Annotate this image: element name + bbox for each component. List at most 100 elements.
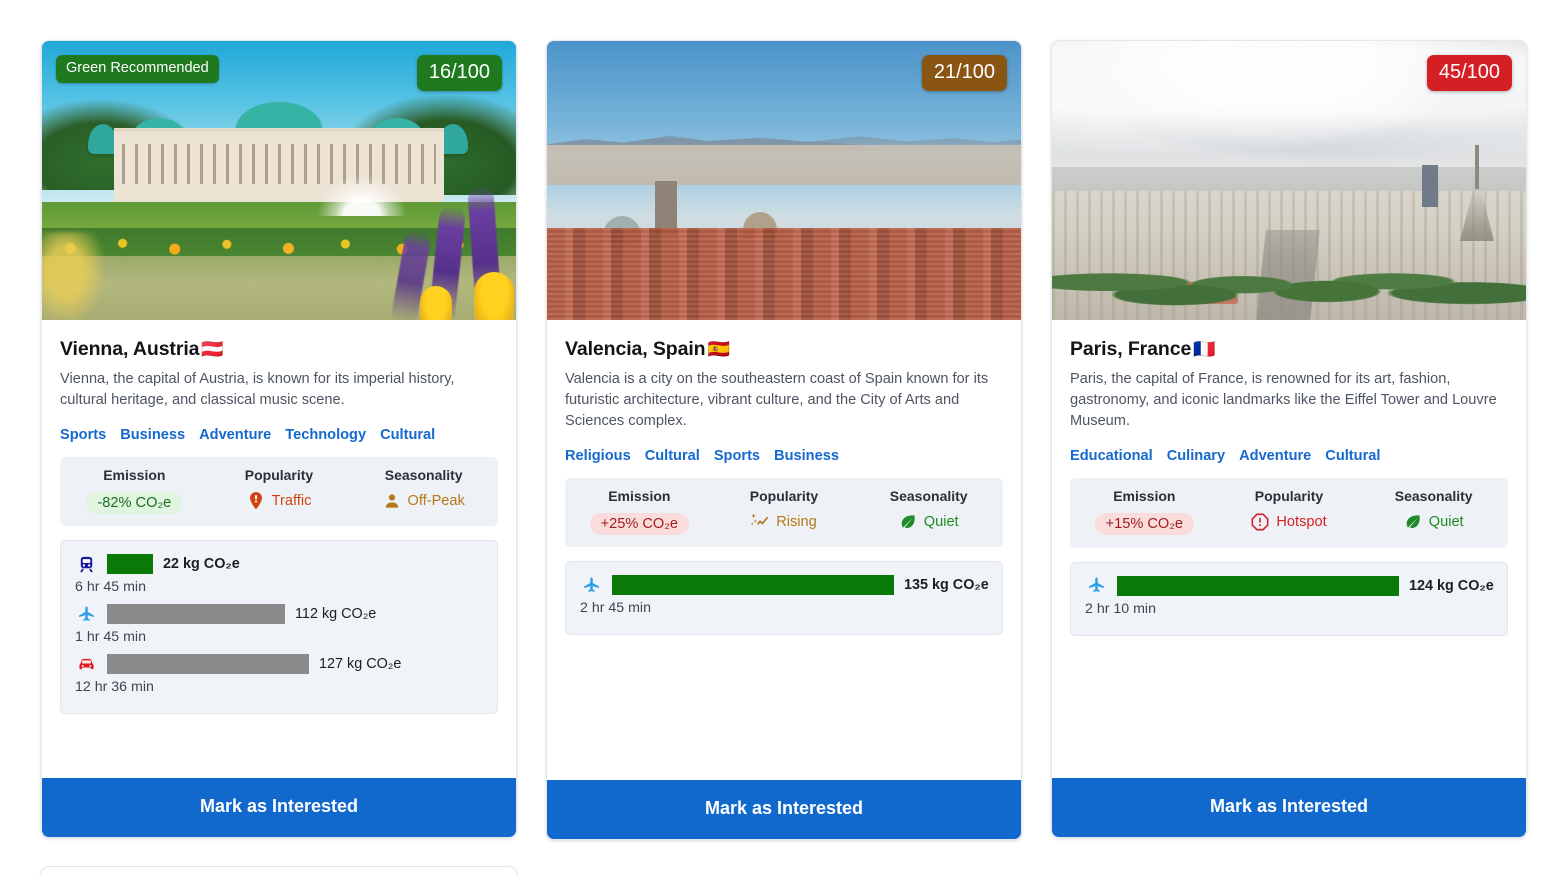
transport-row-car[interactable]: 127 kg CO₂e 12 hr 36 min (75, 653, 483, 695)
tag-list-paris: Educational Culinary Adventure Cultural (1070, 448, 1508, 464)
stat-label-seasonality: Seasonality (1394, 487, 1473, 504)
emission-pill: +15% CO₂e (1094, 512, 1195, 535)
train-icon (75, 553, 97, 575)
emission-value-car: 127 kg CO₂e (319, 656, 402, 673)
stats-strip-paris: Emission +15% CO₂e Popularity Hotspot Se… (1070, 477, 1508, 548)
leaf-icon (899, 513, 917, 531)
emission-value-plane: 135 kg CO₂e (904, 577, 989, 594)
stat-label-emission: Emission (1113, 487, 1176, 504)
card-hero-image-paris: 45/100 (1052, 41, 1526, 320)
stat-label-popularity: Popularity (1254, 487, 1324, 504)
emission-bar-car (107, 654, 309, 675)
plane-icon (75, 603, 97, 625)
card-body-vienna: Vienna, Austria 🇦🇹 Vienna, the capital of… (42, 320, 516, 778)
emission-bar-plane (612, 575, 894, 596)
tag-list-vienna: Sports Business Adventure Technology Cul… (60, 427, 498, 443)
tag-educational[interactable]: Educational (1070, 448, 1153, 464)
car-icon (75, 653, 97, 675)
emission-value-train: 22 kg CO₂e (163, 556, 240, 573)
page-title-vienna: Vienna, Austria 🇦🇹 (60, 338, 498, 361)
trending-sparkle-icon (751, 513, 769, 531)
city-description: Vienna, the capital of Austria, is known… (60, 371, 455, 409)
emission-value-plane: 124 kg CO₂e (1409, 577, 1494, 594)
transport-row-plane[interactable]: 135 kg CO₂e 2 hr 45 min (580, 574, 989, 617)
destination-card-paris[interactable]: 45/100 Paris, France 🇫🇷 Paris, the capita… (1051, 40, 1527, 838)
mark-as-interested-button[interactable]: Mark as Interested (42, 778, 516, 837)
card-body-paris: Paris, France 🇫🇷 Paris, the capital of Fr… (1052, 320, 1526, 778)
tag-cultural[interactable]: Cultural (1325, 448, 1380, 464)
tag-cultural[interactable]: Cultural (645, 448, 700, 464)
stat-seasonality: Seasonality Quiet (856, 488, 1001, 536)
tag-sports[interactable]: Sports (714, 448, 760, 464)
city-description: Paris, the capital of France, is renowne… (1070, 371, 1497, 429)
city-name: Vienna, Austria (60, 338, 200, 360)
cards-grid: Green Recommended 16/100 Vienna, Austria… (41, 40, 1561, 840)
next-row-card-edge (41, 866, 517, 876)
mark-as-interested-button[interactable]: Mark as Interested (1052, 778, 1526, 837)
page-title-valencia: Valencia, Spain 🇪🇸 (565, 338, 1003, 361)
popularity-value: Traffic (271, 492, 312, 509)
tag-cultural[interactable]: Cultural (380, 427, 435, 443)
tag-list-valencia: Religious Cultural Sports Business (565, 448, 1003, 464)
transport-row-plane[interactable]: 124 kg CO₂e 2 hr 10 min (1085, 575, 1494, 617)
popularity-value: Hotspot (1276, 513, 1327, 530)
destination-cards-board: Green Recommended 16/100 Vienna, Austria… (0, 0, 1561, 876)
stat-emission: Emission +15% CO₂e (1072, 488, 1217, 536)
emission-pill: +25% CO₂e (589, 512, 690, 535)
duration-train: 6 hr 45 min (75, 579, 146, 596)
card-hero-image-valencia: 21/100 (547, 41, 1021, 320)
stat-label-emission: Emission (103, 466, 166, 483)
card-hero-image-vienna: Green Recommended 16/100 (42, 41, 516, 320)
emission-bar-train (107, 554, 153, 575)
traffic-alert-icon (247, 492, 265, 510)
duration-plane: 1 hr 45 min (75, 629, 146, 646)
tag-culinary[interactable]: Culinary (1167, 448, 1225, 464)
seasonality-value: Quiet (1428, 513, 1464, 530)
tag-adventure[interactable]: Adventure (199, 427, 271, 443)
tag-religious[interactable]: Religious (565, 448, 631, 464)
stat-label-popularity: Popularity (244, 466, 314, 483)
popularity-value: Rising (776, 513, 817, 530)
transport-row-plane[interactable]: 112 kg CO₂e 1 hr 45 min (75, 603, 483, 645)
page-title-paris: Paris, France 🇫🇷 (1070, 338, 1508, 361)
stat-emission: Emission +25% CO₂e (567, 488, 712, 536)
duration-car: 12 hr 36 min (75, 679, 154, 696)
emission-pill: -82% CO₂e (86, 491, 183, 514)
eco-score-badge: 45/100 (1426, 55, 1512, 91)
stat-label-emission: Emission (608, 487, 671, 504)
tag-sports[interactable]: Sports (60, 427, 106, 443)
city-name: Paris, France (1070, 338, 1192, 360)
city-description: Valencia is a city on the southeastern c… (565, 371, 989, 429)
tag-technology[interactable]: Technology (285, 427, 366, 443)
stats-strip-valencia: Emission +25% CO₂e Popularity Rising Sea… (565, 477, 1003, 548)
stat-popularity: Popularity Traffic (207, 467, 352, 515)
stat-label-seasonality: Seasonality (889, 487, 968, 504)
plane-icon (580, 574, 602, 596)
flag-icon-spain: 🇪🇸 (707, 339, 730, 359)
flag-icon-france: 🇫🇷 (1193, 339, 1216, 359)
stat-seasonality: Seasonality Off-Peak (351, 467, 496, 515)
mark-as-interested-button[interactable]: Mark as Interested (547, 780, 1021, 839)
stat-seasonality: Seasonality Quiet (1361, 488, 1506, 536)
city-name: Valencia, Spain (565, 338, 706, 360)
tag-adventure[interactable]: Adventure (1239, 448, 1311, 464)
tag-business[interactable]: Business (774, 448, 839, 464)
plane-icon (1085, 575, 1107, 597)
destination-card-valencia[interactable]: 21/100 Valencia, Spain 🇪🇸 Valencia is a c… (546, 40, 1022, 840)
transport-row-train[interactable]: 22 kg CO₂e 6 hr 45 min (75, 553, 483, 595)
green-recommended-badge: Green Recommended (56, 55, 219, 83)
stat-popularity: Popularity Hotspot (1217, 488, 1362, 536)
transport-options-paris: 124 kg CO₂e 2 hr 10 min (1070, 561, 1508, 636)
transport-options-valencia: 135 kg CO₂e 2 hr 45 min (565, 561, 1003, 636)
duration-plane: 2 hr 10 min (1085, 600, 1156, 617)
emission-bar-plane (1117, 575, 1399, 596)
tag-business[interactable]: Business (120, 427, 185, 443)
eco-score-badge: 21/100 (921, 55, 1007, 91)
transport-options-vienna: 22 kg CO₂e 6 hr 45 min 112 kg CO₂e 1 hr (60, 540, 498, 715)
duration-plane: 2 hr 45 min (580, 600, 651, 617)
octagon-alert-icon (1251, 513, 1269, 531)
destination-card-vienna[interactable]: Green Recommended 16/100 Vienna, Austria… (41, 40, 517, 838)
stat-label-seasonality: Seasonality (384, 466, 463, 483)
eco-score-badge: 16/100 (416, 55, 502, 91)
stat-popularity: Popularity Rising (712, 488, 857, 536)
